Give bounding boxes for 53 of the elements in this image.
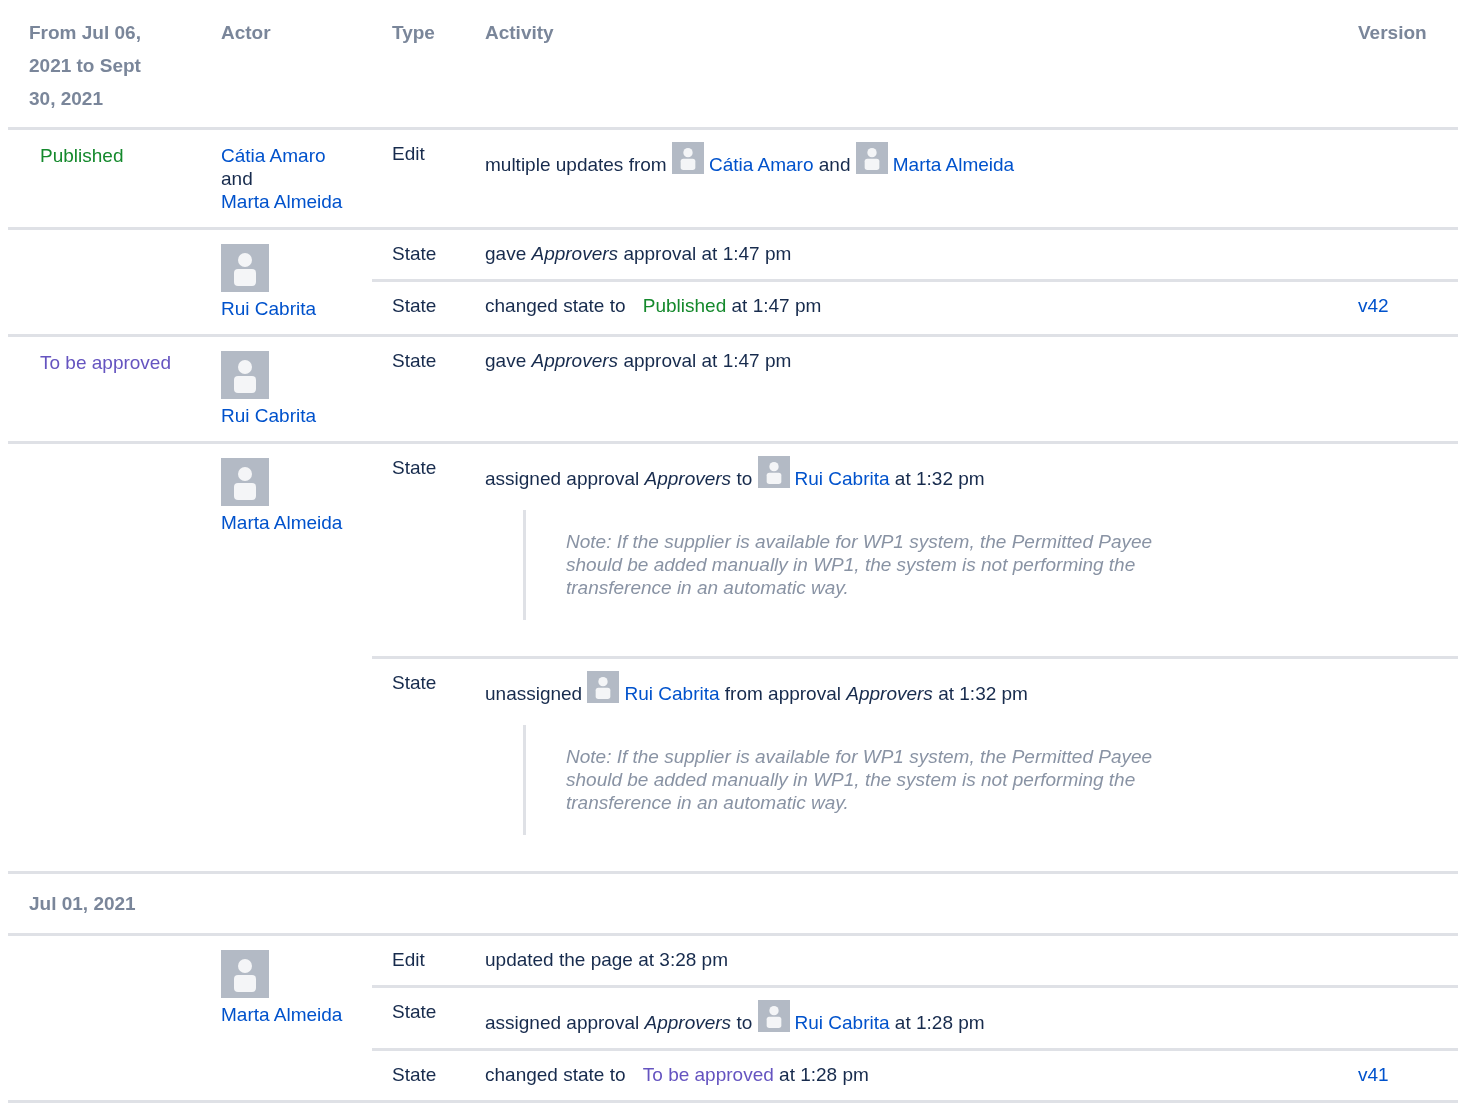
activity-text: gave Approvers approval at 1:47 pm — [485, 349, 793, 372]
avatar-icon — [671, 142, 704, 174]
user-link[interactable]: Rui Cabrita — [221, 405, 317, 426]
user-link[interactable]: Marta Almeida — [221, 191, 343, 212]
avatar-icon — [855, 142, 888, 174]
status-text: Published — [642, 295, 727, 316]
user-link[interactable]: Marta Almeida — [892, 154, 1015, 175]
activity-text: gave Approvers approval at 1:47 pm — [485, 242, 793, 265]
activity-text: changed state to Published at 1:47 pm — [485, 294, 823, 317]
activity-text: changed state to To be approved at 1:28 pm — [485, 1063, 870, 1086]
note-text: Note: If the supplier is available for WP1 system, the Permitted Payee should be added manually in WP1, the system is not performing the transference in an automatic way. — [566, 745, 1154, 814]
version-link[interactable]: v42 — [1358, 295, 1389, 316]
type-text: State — [391, 294, 438, 317]
column-header: From Jul 06, 2021 to Sept 30, 2021 — [29, 22, 141, 109]
user-link[interactable]: Marta Almeida — [221, 512, 343, 533]
column-header: Actor — [221, 22, 271, 43]
activity-text: multiple updates from Cátia Amaro and Marta Almeida — [485, 142, 1358, 176]
type-text: State — [391, 456, 438, 480]
activity-text: assigned approval Approvers to Rui Cabrita at 1:28 pm — [485, 1000, 1358, 1034]
date-heading: Jul 01, 2021 — [29, 893, 136, 914]
user-link[interactable]: Rui Cabrita — [624, 683, 720, 704]
type-text: Edit — [391, 142, 426, 166]
activity-text: updated the page at 3:28 pm — [485, 948, 729, 971]
avatar-icon — [221, 244, 269, 292]
type-text: State — [391, 1063, 438, 1086]
status-text: Published — [40, 145, 124, 166]
column-header: Version — [1358, 22, 1427, 43]
status-text: To be approved — [40, 352, 171, 373]
type-text: State — [391, 242, 438, 265]
activity-text: unassigned Rui Cabrita from approval Approvers at 1:32 pm — [485, 671, 1358, 705]
avatar-icon — [757, 1000, 790, 1032]
actor-text: Cátia Amaro and Marta Almeida — [221, 144, 342, 213]
avatar-icon — [221, 950, 269, 998]
note-text: Note: If the supplier is available for WP1 system, the Permitted Payee should be added manually in WP1, the system is not performing the transference in an automatic way. — [566, 530, 1154, 599]
type-text: State — [391, 349, 438, 372]
version-link[interactable]: v41 — [1358, 1064, 1389, 1085]
user-link[interactable]: Cátia Amaro — [708, 154, 814, 175]
avatar-icon — [221, 351, 269, 399]
status-text: To be approved — [642, 1064, 774, 1085]
activity-text: assigned approval Approvers to Rui Cabrita at 1:32 pm — [485, 456, 1358, 490]
user-link[interactable]: Rui Cabrita — [794, 468, 890, 489]
type-text: State — [391, 1000, 438, 1024]
avatar-icon — [587, 671, 620, 703]
type-text: State — [391, 671, 438, 695]
avatar-icon — [221, 458, 269, 506]
user-link[interactable]: Cátia Amaro — [221, 145, 326, 166]
user-link[interactable]: Rui Cabrita — [221, 298, 317, 319]
column-header: Activity — [485, 22, 554, 43]
avatar-icon — [757, 456, 790, 488]
user-link[interactable]: Marta Almeida — [221, 1004, 343, 1025]
column-header: Type — [392, 22, 435, 43]
type-text: Edit — [391, 948, 426, 971]
user-link[interactable]: Rui Cabrita — [794, 1012, 890, 1033]
